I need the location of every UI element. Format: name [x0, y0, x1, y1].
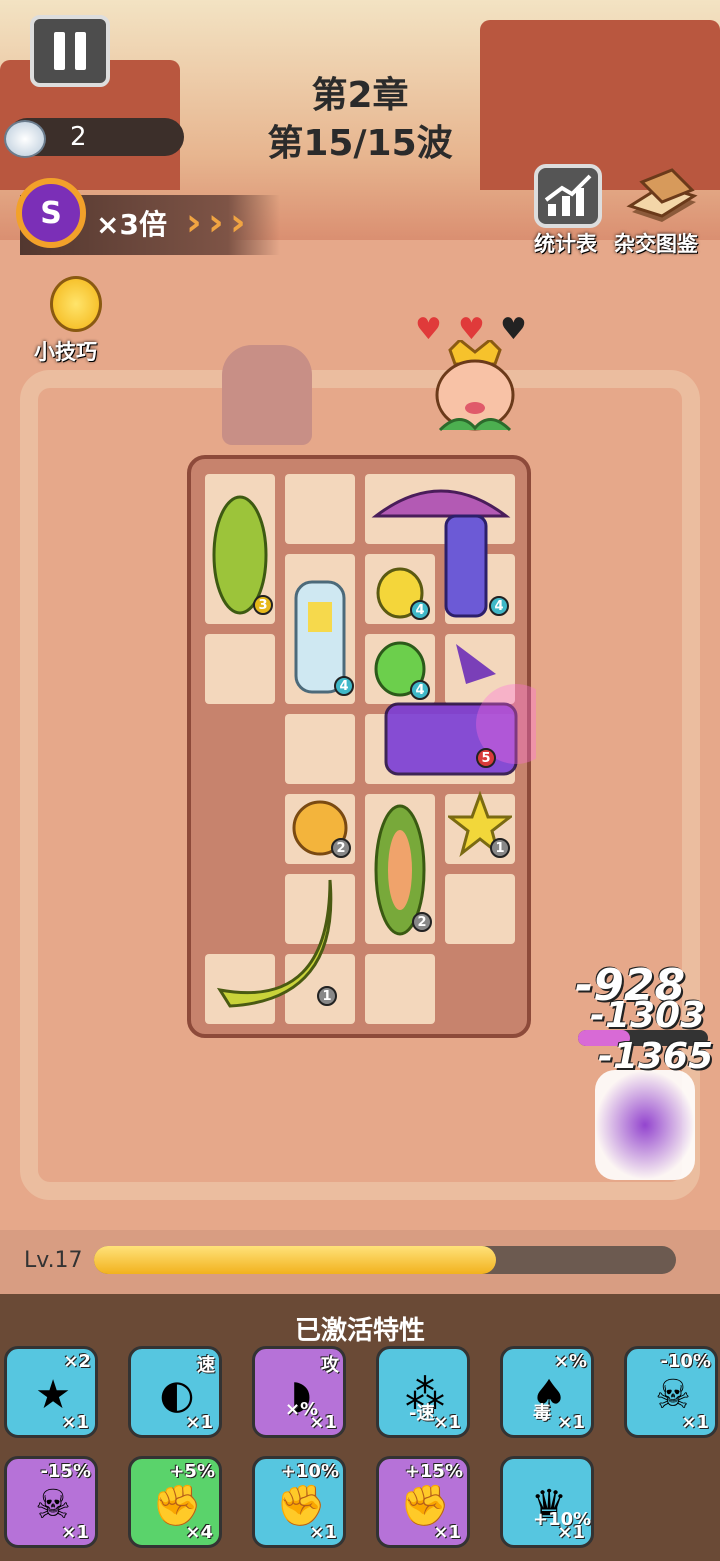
trait-count: ×4: [185, 1522, 213, 1543]
codex-label[interactable]: 杂交图鉴: [614, 228, 698, 258]
enemy-ghost: [595, 1070, 695, 1180]
trait-count: ×1: [61, 1522, 89, 1543]
chevron-right-icon: ›: [186, 200, 202, 244]
trait-card[interactable]: ✊ +10% ×1: [252, 1456, 346, 1548]
level-label: Lv.17: [24, 1248, 83, 1273]
trait-count: ×1: [433, 1412, 461, 1433]
trait-card[interactable]: ✊ +15% ×1: [376, 1456, 470, 1548]
level-badge: 5: [476, 748, 496, 768]
trait-tag: +15%: [404, 1461, 463, 1482]
trait-count: ×1: [681, 1412, 709, 1433]
chevron-right-icon: ›: [208, 200, 224, 244]
trait-card[interactable]: ☠ -10% ×1: [624, 1346, 718, 1438]
board-cell[interactable]: [205, 634, 275, 704]
wizard-banana-unit[interactable]: [366, 634, 536, 784]
trait-subtag: 毒: [533, 1403, 551, 1424]
trait-card[interactable]: ✊ +5% ×4: [128, 1456, 222, 1548]
trait-tag: +10%: [280, 1461, 339, 1482]
trait-count: ×1: [557, 1522, 585, 1543]
trait-card[interactable]: ★ ×2 ×1: [4, 1346, 98, 1438]
princess-peach-boss: [420, 337, 530, 440]
level-badge: 2: [412, 912, 432, 932]
board-cell[interactable]: [285, 714, 355, 784]
xp-progress-fill: [94, 1246, 496, 1274]
trait-card[interactable]: ⁂ -速 ×1: [376, 1346, 470, 1438]
trait-count: ×1: [61, 1412, 89, 1433]
damage-number: -1365: [598, 1036, 714, 1077]
trait-tag: 攻: [321, 1355, 339, 1376]
lightbulb-icon[interactable]: [50, 276, 102, 332]
xp-progress-bar: [94, 1246, 676, 1274]
trait-card[interactable]: ◐ 速 ×1: [128, 1346, 222, 1438]
coin-count: 2: [70, 122, 87, 152]
trait-count: ×1: [433, 1522, 461, 1543]
traits-title: 已激活特性: [294, 1316, 425, 1346]
level-badge: 2: [331, 838, 351, 858]
trait-card[interactable]: ◗ 攻 ×% ×1: [252, 1346, 346, 1438]
trait-count: ×1: [309, 1412, 337, 1433]
trait-tag: -15%: [40, 1461, 91, 1482]
codex-button[interactable]: [622, 162, 702, 234]
chapter-title: 第2章: [311, 75, 409, 116]
speed-stopwatch-icon[interactable]: S: [16, 178, 86, 248]
trait-count: ×1: [557, 1412, 585, 1433]
book-icon: [626, 168, 698, 222]
trait-count: ×1: [309, 1522, 337, 1543]
board-cell[interactable]: [445, 874, 515, 944]
stats-label[interactable]: 统计表: [534, 228, 597, 258]
level-badge: 1: [490, 838, 510, 858]
chevron-right-icon: ›: [230, 200, 246, 244]
board-cell[interactable]: [365, 954, 435, 1024]
trait-count: ×1: [185, 1412, 213, 1433]
trait-card[interactable]: ♠ ×% 毒 ×1: [500, 1346, 594, 1438]
level-badge: 4: [489, 596, 509, 616]
trait-tag: -10%: [660, 1351, 711, 1372]
trait-tag: 速: [197, 1355, 215, 1376]
board-cell[interactable]: [285, 474, 355, 544]
trait-tag: ×%: [553, 1351, 587, 1372]
trait-tag: ×2: [63, 1351, 91, 1372]
diamond-coin-icon: [4, 120, 46, 158]
trait-subtag: -速: [409, 1403, 435, 1424]
trait-card[interactable]: ♛ +10% ×1: [500, 1456, 594, 1548]
level-badge: 3: [253, 595, 273, 615]
cracked-rock: [222, 345, 312, 445]
trait-card[interactable]: ☠ -15% ×1: [4, 1456, 98, 1548]
level-badge: 4: [334, 676, 354, 696]
tips-label[interactable]: 小技巧: [34, 336, 97, 366]
trait-tag: +5%: [169, 1461, 215, 1482]
speed-multiplier[interactable]: ×3倍: [96, 203, 167, 243]
damage-number: -1303: [590, 995, 706, 1036]
level-badge: 1: [317, 986, 337, 1006]
stats-button[interactable]: [532, 162, 612, 234]
stats-chart-icon: [534, 164, 602, 228]
